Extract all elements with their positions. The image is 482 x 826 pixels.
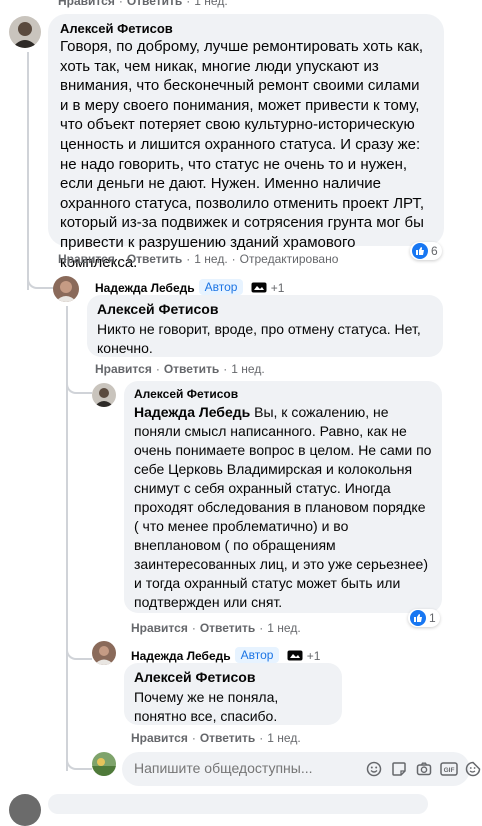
reply-link[interactable]: Ответить [200, 621, 255, 635]
like-link[interactable]: Нравится [58, 0, 115, 8]
time-label[interactable]: 1 нед. [194, 252, 227, 266]
comment-text: Почему же не поняла, понятно все, спасиб… [134, 688, 279, 724]
comment-actions: Нравится · Ответить · 1 нед. [131, 731, 301, 745]
time-label[interactable]: 1 нед. [267, 731, 300, 745]
thread-line [27, 52, 29, 290]
like-link[interactable]: Нравится [95, 362, 152, 376]
like-link[interactable]: Нравится [131, 731, 188, 745]
thread-line [66, 370, 92, 394]
comment-author[interactable]: Алексей Фетисов [134, 387, 432, 401]
comment-author[interactable]: Алексей Фетисов [60, 21, 432, 36]
reply-link[interactable]: Ответить [127, 0, 182, 8]
comment-bubble: Алексей Фетисов Надежда Лебедь Вы, к сож… [124, 381, 442, 613]
comment-text: Никто не говорит, вроде, про отмену стат… [97, 320, 421, 356]
mention-link[interactable]: Надежда Лебедь [134, 404, 250, 420]
badge-count: +1 [270, 281, 285, 295]
time-label[interactable]: 1 нед. [267, 621, 300, 635]
reply-input-container: GIF [122, 752, 481, 786]
avatar[interactable] [92, 641, 116, 665]
camera-icon[interactable] [416, 761, 432, 782]
prev-comment-actions: Нравится · Ответить · 1 нед. [58, 0, 228, 8]
svg-text:GIF: GIF [444, 767, 455, 774]
comment-author[interactable]: Надежда Лебедь [131, 649, 231, 663]
avatar[interactable] [92, 383, 116, 407]
gif-icon[interactable]: GIF [440, 761, 458, 782]
comment-text: Говоря, по доброму, лучше ремонтировать … [60, 38, 425, 271]
comment-actions: Нравится · Ответить · 1 нед. [95, 362, 265, 376]
reply-link[interactable]: Ответить [200, 731, 255, 745]
edited-label: Отредактировано [239, 252, 339, 266]
reaction-count[interactable]: 1 [408, 609, 440, 627]
comment-actions: Нравится · Ответить · 1 нед. · Отредактировано [58, 252, 339, 266]
comment-body: Вы, к сожалению, не поняли смысл написан… [134, 404, 432, 610]
like-link[interactable]: Нравится [131, 621, 188, 635]
my-avatar [92, 752, 116, 776]
sticker-face-icon[interactable] [465, 761, 481, 782]
comment-bubble: Алексей Фетисов Никто не говорит, вроде,… [87, 295, 443, 357]
sticker-icon[interactable] [391, 761, 407, 782]
comment-text: Надежда Лебедь Вы, к сожалению, не понял… [134, 403, 432, 612]
like-link[interactable]: Нравится [58, 252, 115, 266]
reaction-number: 1 [429, 611, 436, 625]
author-badge: Автор [198, 279, 244, 295]
smile-icon[interactable] [366, 761, 382, 782]
avatar[interactable] [53, 276, 79, 302]
thread-line [27, 263, 55, 289]
like-reaction-icon [410, 610, 426, 626]
next-comment-bubble [48, 794, 428, 814]
mention-link[interactable]: Алексей Фетисов [134, 668, 332, 688]
thread-line [66, 636, 92, 660]
reply-link[interactable]: Ответить [164, 362, 219, 376]
reaction-number: 6 [431, 244, 438, 258]
thread-line [66, 746, 92, 770]
badge-count: +1 [306, 649, 321, 663]
time-label[interactable]: 1 нед. [231, 362, 264, 376]
avatar[interactable] [9, 16, 41, 48]
comment-author[interactable]: Надежда Лебедь [95, 281, 195, 295]
author-badge: Автор [234, 647, 280, 663]
reply-link[interactable]: Ответить [127, 252, 182, 266]
reaction-count[interactable]: 6 [410, 242, 442, 260]
comment-bubble: Алексей Фетисов Говоря, по доброму, лучш… [48, 14, 444, 271]
comment-actions: Нравится · Ответить · 1 нед. [131, 621, 301, 635]
mention-link[interactable]: Алексей Фетисов [97, 300, 433, 320]
time-label[interactable]: 1 нед. [194, 0, 227, 8]
comment-bubble: Алексей Фетисов Почему же не поняла, пон… [124, 663, 342, 725]
avatar[interactable] [9, 794, 41, 826]
reply-input[interactable] [132, 759, 316, 777]
like-reaction-icon [412, 243, 428, 259]
